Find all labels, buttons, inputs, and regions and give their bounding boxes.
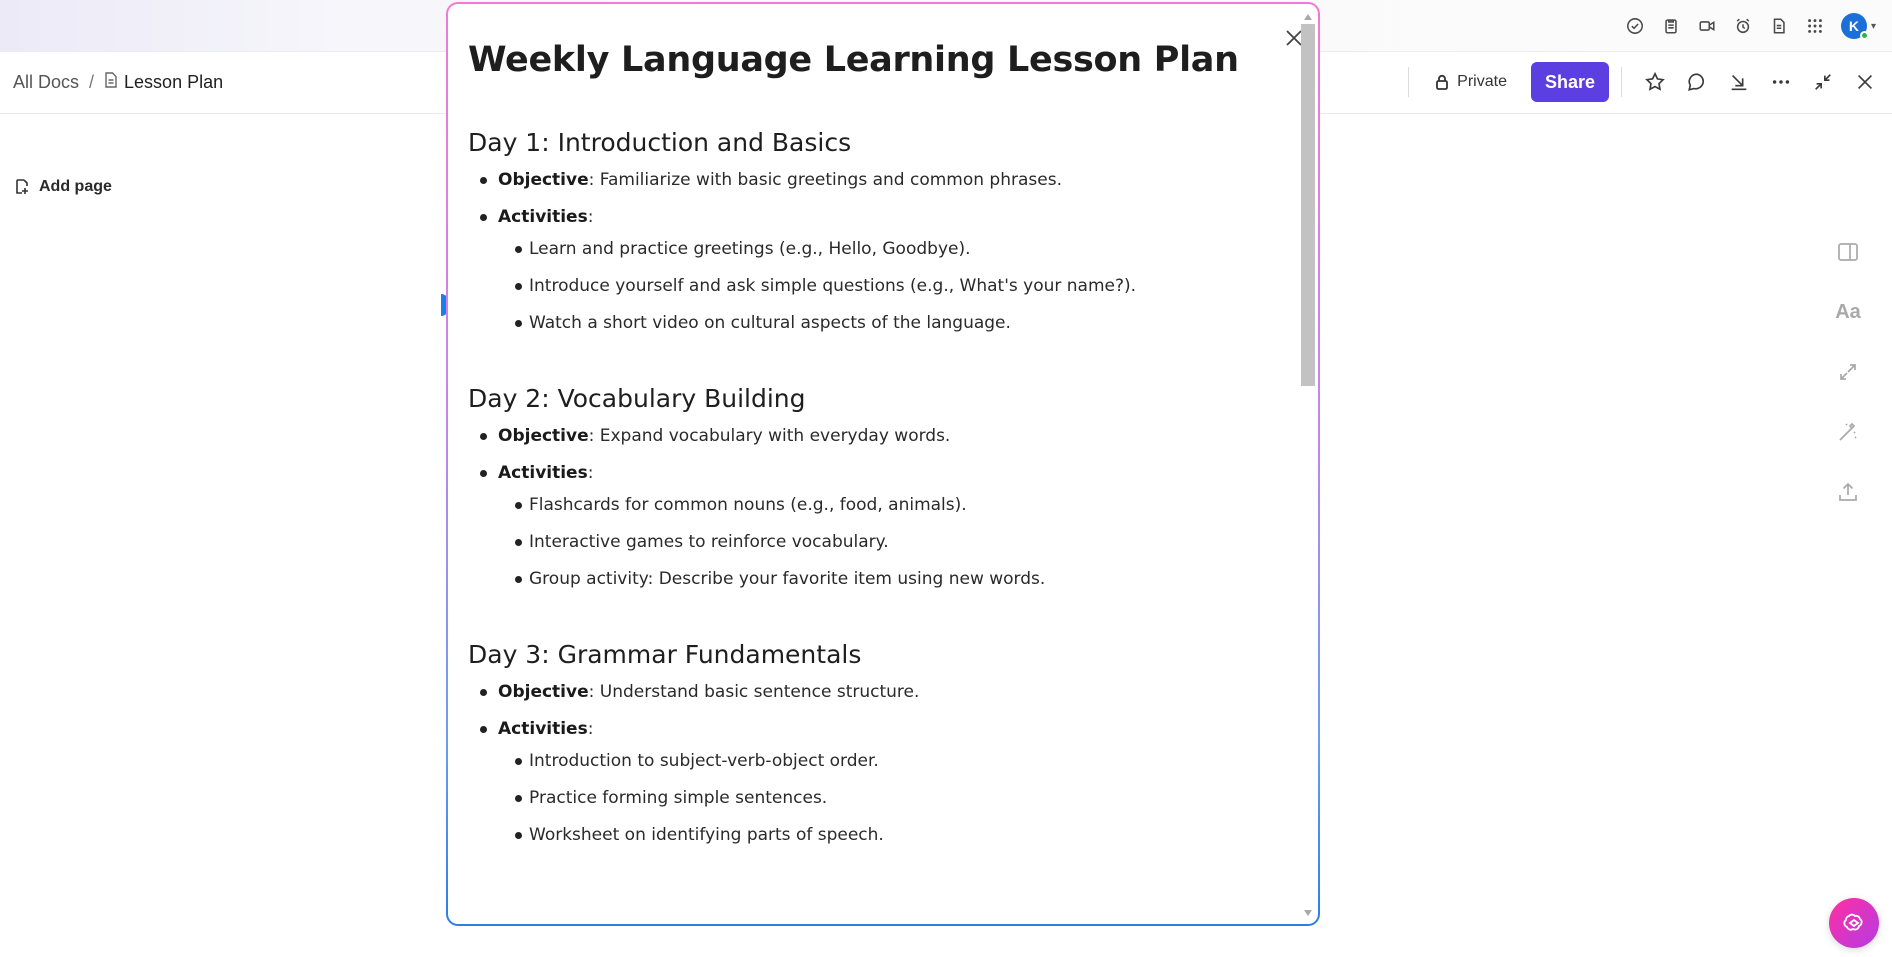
ai-assistant-button[interactable] [1829,898,1879,948]
objective-label: Objective [498,682,589,702]
activities-item: Activities: Learn and practice greetings… [480,206,1288,334]
day-section: Day 3: Grammar Fundamentals Objective: U… [468,640,1288,846]
private-label: Private [1457,73,1507,90]
modal-scrollbar[interactable] [1300,12,1316,918]
collapse-icon[interactable] [1810,69,1836,95]
online-status-dot [1859,31,1869,40]
clipboard-icon[interactable] [1661,16,1681,36]
objective-label: Objective [498,426,589,446]
share-button[interactable]: Share [1530,62,1609,102]
add-page-button[interactable]: Add page [15,178,112,196]
document-icon[interactable] [1769,16,1789,36]
header-divider [1408,67,1410,97]
header-actions: Private Share [1390,62,1878,102]
objective-text: : Familiarize with basic greetings and c… [588,170,1062,190]
day-heading: Day 1: Introduction and Basics [468,128,852,157]
activities-suffix: : [587,463,594,483]
breadcrumb-separator: / [89,72,95,92]
document-title: Weekly Language Learning Lesson Plan [468,40,1239,80]
alarm-clock-icon[interactable] [1733,16,1753,36]
link-arrows-icon[interactable] [1836,360,1860,384]
lesson-plan-modal: Weekly Language Learning Lesson Plan Day… [446,2,1320,926]
activity-item: Flashcards for common nouns (e.g., food,… [515,494,1288,516]
font-style-button[interactable]: Aa [1835,300,1861,324]
upload-icon[interactable] [1836,480,1860,504]
activity-item: Group activity: Describe your favorite i… [515,568,1288,590]
activity-item: Practice forming simple sentences. [515,787,1288,809]
breadcrumb-current-page[interactable]: Lesson Plan [124,72,223,93]
activities-suffix: : [587,207,594,227]
day-heading: Day 2: Vocabulary Building [468,384,806,413]
activities-label: Activities [498,207,588,227]
activities-label: Activities [498,463,588,483]
objective-item: Objective: Familiarize with basic greeti… [480,169,1288,191]
close-icon[interactable] [1852,69,1878,95]
breadcrumb-all-docs[interactable]: All Docs [13,72,79,93]
objective-label: Objective [498,170,589,190]
private-button[interactable]: Private [1427,73,1515,91]
star-icon[interactable] [1642,69,1668,95]
day-section: Day 1: Introduction and Basics Objective… [468,128,1288,334]
header-divider [1621,67,1622,97]
activities-item: Activities: Introduction to subject-verb… [480,718,1288,846]
objective-text: : Expand vocabulary with everyday words. [588,426,951,446]
activities-item: Activities: Flashcards for common nouns … [480,462,1288,590]
sidebar-panel-icon[interactable] [1836,240,1860,264]
activity-item: Worksheet on identifying parts of speech… [515,824,1288,846]
avatar-initial: K [1848,18,1860,34]
activities-label: Activities [498,719,588,739]
add-page-label: Add page [39,178,112,195]
top-toolbar: K ▾ [1625,12,1876,40]
activity-item: Introduce yourself and ask simple questi… [515,275,1288,297]
apps-grid-icon[interactable] [1805,16,1825,36]
objective-item: Objective: Expand vocabulary with everyd… [480,425,1288,447]
right-tool-rail: Aa [1835,240,1861,504]
scroll-up-arrow[interactable] [1304,14,1312,20]
objective-item: Objective: Understand basic sentence str… [480,681,1288,703]
add-page-icon [16,179,28,194]
activity-item: Watch a short video on cultural aspects … [515,312,1288,334]
objective-text: : Understand basic sentence structure. [588,682,920,702]
video-icon[interactable] [1697,16,1717,36]
breadcrumb: All Docs / Lesson Plan [13,72,223,93]
page-icon [104,72,124,93]
day-section: Day 2: Vocabulary Building Objective: Ex… [468,384,1288,590]
document-content: Weekly Language Learning Lesson Plan Day… [468,40,1288,896]
day-heading: Day 3: Grammar Fundamentals [468,640,862,669]
download-arrow-icon[interactable] [1726,69,1752,95]
activity-item: Interactive games to reinforce vocabular… [515,531,1288,553]
scroll-down-arrow[interactable] [1304,910,1312,916]
user-avatar[interactable]: K [1840,13,1869,40]
ai-brain-icon [1843,913,1863,931]
more-options-icon[interactable] [1768,69,1794,95]
activity-item: Introduction to subject-verb-object orde… [515,750,1288,772]
activity-item: Learn and practice greetings (e.g., Hell… [515,238,1288,260]
check-circle-icon[interactable] [1625,16,1645,36]
magic-wand-icon[interactable] [1836,420,1860,444]
comment-icon[interactable] [1684,69,1710,95]
activities-suffix: : [587,719,594,739]
lock-icon [1436,74,1449,90]
chevron-down-icon[interactable]: ▾ [1871,21,1876,32]
scroll-thumb[interactable] [1301,24,1315,386]
